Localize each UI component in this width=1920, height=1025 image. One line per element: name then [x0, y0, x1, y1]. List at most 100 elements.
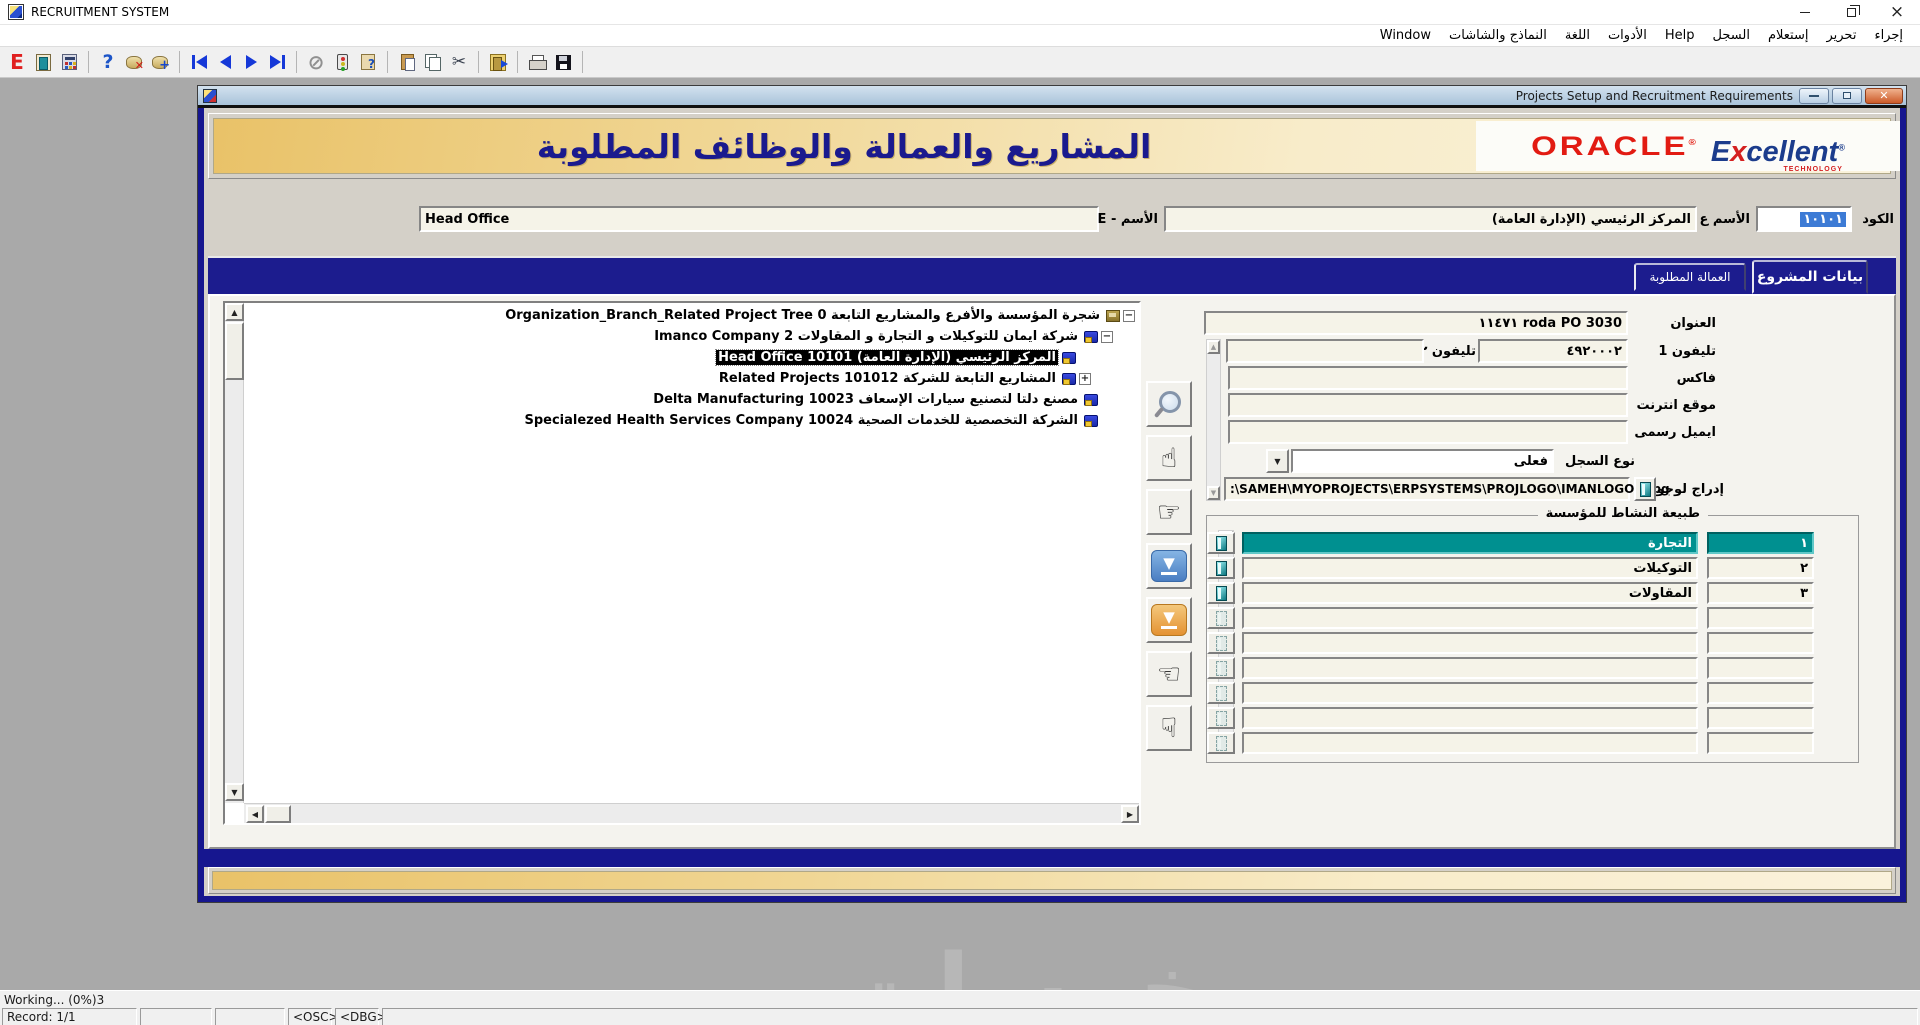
hand-right-button[interactable]: ☞: [1146, 489, 1192, 535]
tree-row[interactable]: + المشاريع التابعة للشركة 101012 Related …: [244, 368, 1139, 389]
scroll-down-icon[interactable]: ▼: [225, 783, 244, 801]
scroll-left-icon[interactable]: ◀: [246, 805, 264, 823]
activity-name-cell[interactable]: [1242, 682, 1698, 704]
code-field[interactable]: ١٠١٠١: [1756, 206, 1852, 232]
activity-row[interactable]: [1207, 682, 1858, 704]
tree-expand-box[interactable]: −: [1101, 330, 1113, 343]
activity-name-cell[interactable]: [1242, 707, 1698, 729]
address-field[interactable]: roda PO 3030 ١١٤٧١: [1204, 311, 1628, 335]
calculator-button[interactable]: [56, 49, 82, 75]
help-button[interactable]: [95, 49, 121, 75]
search-button[interactable]: [1146, 381, 1192, 427]
activity-number-cell[interactable]: ٢: [1707, 557, 1814, 579]
activity-name-cell[interactable]: التجارة: [1242, 532, 1698, 554]
scroll-right-icon[interactable]: ▶: [1121, 805, 1139, 823]
hand-down-button[interactable]: ☟: [1146, 705, 1192, 751]
phone1-field[interactable]: ٤٩٢٠٠٠٢: [1478, 339, 1628, 363]
tree-item-label[interactable]: الشركة التخصصية للخدمات الصحية 10024 Spe…: [522, 413, 1080, 428]
activity-number-cell[interactable]: [1707, 657, 1814, 679]
menu-item-إجراء[interactable]: إجراء: [1865, 28, 1912, 43]
logo-browse-button[interactable]: [1634, 477, 1656, 501]
tree-item-label[interactable]: شجرة المؤسسة والأفرع والمشاريع التابعة 0…: [503, 308, 1102, 323]
activity-row[interactable]: [1207, 632, 1858, 654]
db-delete-button[interactable]: [121, 49, 147, 75]
activity-row-button[interactable]: [1207, 582, 1235, 604]
activity-row-button[interactable]: [1207, 632, 1235, 654]
tree-vertical-scrollbar[interactable]: ▲ ▼: [225, 303, 244, 803]
scroll-thumb-h[interactable]: [265, 805, 291, 823]
tree-item-label[interactable]: شركة ايمان للتوكيلات و التجارة و المقاول…: [652, 329, 1080, 344]
activity-row[interactable]: [1207, 657, 1858, 679]
menu-item-اللغة[interactable]: اللغة: [1556, 28, 1599, 43]
phone2-field[interactable]: [1226, 339, 1424, 363]
tree-expand-box[interactable]: +: [1079, 372, 1091, 385]
activity-row-button[interactable]: [1207, 657, 1235, 679]
activity-name-cell[interactable]: المقاولات: [1242, 582, 1698, 604]
activity-number-cell[interactable]: ١: [1707, 532, 1814, 554]
activity-row[interactable]: [1207, 732, 1858, 754]
activity-name-cell[interactable]: [1242, 732, 1698, 754]
activity-name-cell[interactable]: [1242, 632, 1698, 654]
activity-name-cell[interactable]: [1242, 657, 1698, 679]
tree-row[interactable]: الشركة التخصصية للخدمات الصحية 10024 Spe…: [244, 410, 1139, 431]
menu-item-إستعلام[interactable]: إستعلام: [1759, 28, 1818, 43]
traffic-light-button[interactable]: [329, 49, 355, 75]
tree-horizontal-scrollbar[interactable]: ◀ ▶: [244, 803, 1139, 823]
nav-first-button[interactable]: [186, 49, 212, 75]
tree-row[interactable]: مصنع دلتا لتصنيع سيارات الإسعاف 10023 De…: [244, 389, 1139, 410]
name-ar-field[interactable]: المركز الرئيسي (الإدارة العامة): [1164, 206, 1697, 232]
activity-row[interactable]: التوكيلات ٢: [1207, 557, 1858, 579]
record-type-field[interactable]: فعلى: [1291, 449, 1554, 473]
logo-path-field[interactable]: :\SAMEH\MYOPROJECTS\ERPSYSTEMS\PROJLOGO\…: [1224, 477, 1670, 501]
menu-item-النماذج والشاشات[interactable]: النماذج والشاشات: [1440, 28, 1556, 43]
clear-button[interactable]: [303, 49, 329, 75]
record-help-button[interactable]: [355, 49, 381, 75]
tree-row[interactable]: المركز الرئيسي (الإدارة العامة) 10101 He…: [244, 347, 1139, 368]
nav-prev-button[interactable]: [212, 49, 238, 75]
activity-row-button[interactable]: [1207, 557, 1235, 579]
hand-left-button[interactable]: ☜: [1146, 651, 1192, 697]
menu-item-Window[interactable]: Window: [1371, 28, 1440, 43]
activity-number-cell[interactable]: [1707, 607, 1814, 629]
scroll-up-icon[interactable]: ▲: [225, 303, 244, 321]
hand-up-button[interactable]: ☝: [1146, 435, 1192, 481]
mdi-restore-button[interactable]: [1832, 87, 1862, 104]
tree-item-label[interactable]: المركز الرئيسي (الإدارة العامة) 10101 He…: [715, 349, 1059, 366]
exit-door-button[interactable]: [30, 49, 56, 75]
scroll-thumb[interactable]: [225, 322, 244, 380]
db-insert-button[interactable]: [147, 49, 173, 75]
close-button[interactable]: ×: [1874, 0, 1920, 24]
download-blue-button[interactable]: ▼: [1146, 543, 1192, 589]
activity-number-cell[interactable]: ٣: [1707, 582, 1814, 604]
paste-button[interactable]: [394, 49, 420, 75]
mdi-close-button[interactable]: ✕: [1865, 87, 1903, 104]
activity-row-button[interactable]: [1207, 607, 1235, 629]
activity-row[interactable]: التجارة ١: [1207, 532, 1858, 554]
website-field[interactable]: [1228, 393, 1628, 417]
email-field[interactable]: [1228, 420, 1628, 444]
tree-item-label[interactable]: مصنع دلتا لتصنيع سيارات الإسعاف 10023 De…: [651, 392, 1080, 407]
print-button[interactable]: [524, 49, 550, 75]
activity-number-cell[interactable]: [1707, 732, 1814, 754]
excellent-e-button[interactable]: [4, 49, 30, 75]
tree-expand-box[interactable]: −: [1123, 309, 1135, 322]
name-en-field[interactable]: Head Office: [419, 206, 1099, 232]
tree-row[interactable]: − شركة ايمان للتوكيلات و التجارة و المقاو…: [244, 326, 1139, 347]
menu-item-Help[interactable]: Help: [1656, 28, 1704, 43]
activity-name-cell[interactable]: التوكيلات: [1242, 557, 1698, 579]
activity-row-button[interactable]: [1207, 532, 1235, 554]
details-scrollbar[interactable]: ▲ ▼: [1206, 339, 1221, 501]
activity-number-cell[interactable]: [1707, 707, 1814, 729]
cut-button[interactable]: [446, 49, 472, 75]
activity-row[interactable]: المقاولات ٣: [1207, 582, 1858, 604]
tree-item-label[interactable]: المشاريع التابعة للشركة 101012 Related P…: [717, 371, 1058, 386]
record-type-dropdown-button[interactable]: ▼: [1266, 449, 1289, 473]
activity-number-cell[interactable]: [1707, 632, 1814, 654]
details-scroll-down-icon[interactable]: ▼: [1207, 486, 1220, 500]
tree-row[interactable]: − شجرة المؤسسة والأفرع والمشاريع التابعة …: [244, 305, 1139, 326]
nav-next-button[interactable]: [238, 49, 264, 75]
fax-field[interactable]: [1228, 366, 1628, 390]
restore-button[interactable]: [1828, 0, 1874, 24]
activity-number-cell[interactable]: [1707, 682, 1814, 704]
save-button[interactable]: [550, 49, 576, 75]
